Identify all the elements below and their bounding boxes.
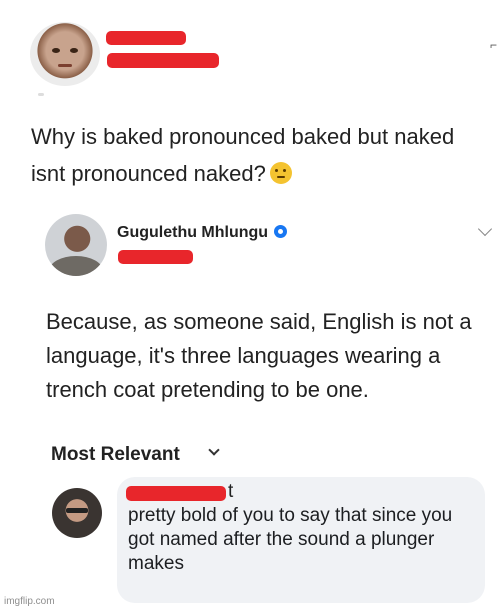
redacted-reply-handle-bar — [118, 250, 193, 264]
verified-badge-icon — [274, 225, 288, 238]
sort-chevron-down-icon[interactable] — [208, 444, 220, 456]
commenter-avatar[interactable] — [52, 488, 102, 538]
reply-author-name[interactable]: Gugulethu Mhlungu — [117, 224, 288, 242]
redacted-handle-bar — [107, 53, 219, 68]
avatar-eye — [70, 48, 78, 53]
options-icon[interactable]: ⌐ — [490, 38, 497, 52]
avatar-eye — [52, 48, 60, 53]
thinking-face-icon — [269, 162, 292, 184]
reply-text: Because, as someone said, English is not… — [46, 309, 472, 402]
redacted-name-bar — [106, 31, 186, 45]
post-question-text: Why is baked pronounced baked but naked … — [31, 124, 455, 186]
chevron-down-icon[interactable] — [477, 221, 493, 237]
comment-text: pretty bold of you to say that since you… — [128, 505, 453, 574]
divider-dot — [38, 93, 44, 96]
watermark: imgflip.com — [4, 596, 55, 607]
post-question: Why is baked pronounced baked but naked … — [31, 118, 486, 192]
reply-author-name-text: Gugulethu Mhlungu — [117, 224, 269, 241]
original-poster-avatar[interactable] — [30, 22, 100, 86]
commenter-name-suffix: t — [228, 481, 234, 502]
avatar-glasses — [66, 508, 88, 513]
avatar-shirt — [49, 256, 103, 276]
avatar-mouth — [58, 64, 72, 67]
reply-author-avatar[interactable] — [45, 214, 107, 276]
comments-sort-dropdown[interactable]: Most Relevant — [51, 444, 180, 466]
redacted-commenter-name-bar — [126, 486, 226, 501]
